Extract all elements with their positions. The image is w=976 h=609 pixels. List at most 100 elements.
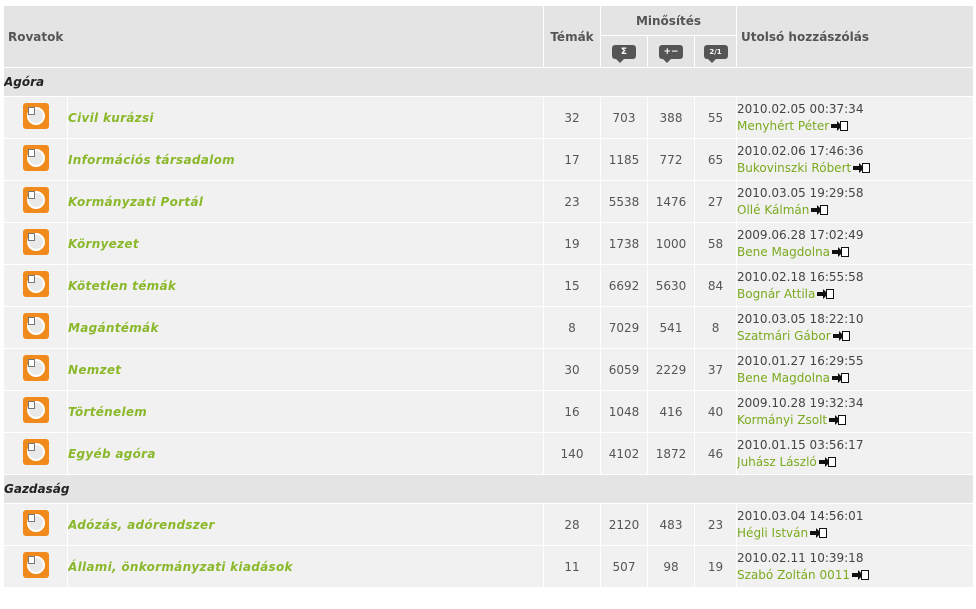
category-link[interactable]: Egyéb agóra [69, 447, 156, 461]
category-link[interactable]: Állami, önkormányzati kiadások [69, 560, 293, 574]
category-link[interactable]: Adózás, adórendszer [69, 518, 215, 532]
document-icon [27, 400, 35, 409]
last-post-user[interactable]: Bognár Attila [738, 287, 816, 301]
last-post-date: 2010.03.05 18:22:10 [737, 311, 864, 326]
last-post-user[interactable]: Szatmári Gábor [738, 329, 831, 343]
last-post-user[interactable]: Ollé Kálmán [738, 203, 810, 217]
go-to-post-icon[interactable] [811, 204, 829, 215]
page-icon [820, 204, 829, 215]
go-to-post-icon[interactable] [831, 120, 849, 131]
last-post-date: 2009.06.28 17:02:49 [737, 227, 864, 242]
arrow-right-icon [810, 527, 822, 538]
document-icon [27, 358, 35, 367]
forum-category-icon[interactable] [22, 354, 49, 381]
section-title: Agóra [2, 67, 975, 97]
header-plus-minus[interactable]: +− [647, 35, 695, 68]
rating-ratio: 8 [693, 306, 738, 349]
last-post-user[interactable]: Kormányi Zsolt [738, 413, 828, 427]
rating-sum: 5538 [600, 180, 648, 223]
last-post-user[interactable]: Bene Magdolna [738, 371, 831, 385]
last-post-user[interactable]: Bene Magdolna [738, 245, 831, 259]
category-link[interactable]: Kormányzati Portál [69, 195, 204, 209]
last-post-user[interactable]: Bukovinszki Róbert [738, 161, 852, 175]
rating-plus-minus: 541 [647, 306, 695, 349]
rating-sum: 1738 [600, 222, 648, 265]
arrow-right-icon [852, 569, 863, 580]
forum-category-icon[interactable] [22, 144, 49, 171]
go-to-post-icon[interactable] [810, 527, 828, 538]
last-post-date: 2010.02.06 17:46:36 [737, 143, 864, 158]
last-post-user[interactable]: Menyhért Péter [738, 119, 830, 133]
topic-count: 16 [543, 390, 601, 433]
forum-category-icon[interactable] [22, 228, 49, 255]
arrow-right-icon [832, 372, 844, 383]
last-post-date: 2010.02.11 10:39:18 [737, 550, 864, 565]
last-post-cell: 2010.02.06 17:46:36 Bukovinszki Róbert [736, 138, 975, 181]
forum-category-icon[interactable] [22, 551, 49, 578]
category-link[interactable]: Környezet [69, 237, 139, 251]
topic-count: 28 [543, 503, 601, 546]
go-to-post-icon[interactable] [832, 372, 850, 383]
category-icon-cell [3, 222, 68, 265]
category-link[interactable]: Információs társadalom [69, 153, 235, 167]
rating-ratio: 37 [693, 348, 738, 391]
arrow-right-icon [817, 288, 829, 299]
rating-plus-minus: 416 [647, 390, 695, 433]
forum-category-icon[interactable] [22, 186, 49, 213]
header-sum[interactable]: Σ [600, 35, 648, 68]
last-post-date: 2010.01.27 16:29:55 [737, 353, 864, 368]
go-to-post-icon[interactable] [852, 569, 869, 580]
go-to-post-icon[interactable] [853, 162, 871, 173]
category-link[interactable]: Nemzet [69, 363, 122, 377]
rating-ratio: 58 [693, 222, 738, 265]
rating-plus-minus: 1476 [647, 180, 695, 223]
go-to-post-icon[interactable] [832, 330, 850, 341]
category-link[interactable]: Kötetlen témák [69, 279, 177, 293]
header-utolso: Utolsó hozzászólás [736, 5, 975, 68]
category-icon-cell [3, 390, 68, 433]
arrow-right-icon [818, 456, 830, 467]
page-icon [819, 527, 828, 538]
category-link[interactable]: Történelem [69, 405, 148, 419]
category-icon-cell [3, 96, 68, 139]
go-to-post-icon[interactable] [829, 414, 847, 425]
ratio-icon: 2/1 [703, 44, 728, 63]
forum-category-icon[interactable] [22, 102, 49, 129]
topic-count: 8 [543, 306, 601, 349]
go-to-post-icon[interactable] [817, 288, 835, 299]
section-title: Gazdaság [2, 474, 975, 504]
page-icon [827, 456, 836, 467]
rating-plus-minus: 98 [647, 545, 695, 588]
page-icon [841, 330, 850, 341]
section-row: Agóra [2, 67, 975, 97]
category-icon-cell [3, 348, 68, 391]
last-post-user[interactable]: Juhász László [738, 455, 817, 469]
table-row: Állami, önkormányzati kiadások 11 507 98 19 2… [3, 545, 975, 588]
category-link[interactable]: Civil kurázsi [69, 111, 154, 125]
category-link[interactable]: Magántémák [69, 321, 159, 335]
category-icon-cell [3, 545, 68, 588]
last-post-user[interactable]: Szabó Zoltán 0011 [738, 568, 850, 582]
go-to-post-icon[interactable] [818, 456, 836, 467]
table-row: Egyéb agóra 140 4102 1872 46 2010.01.15 03:56… [3, 432, 975, 475]
last-post-cell: 2010.03.04 14:56:01 Hégli István [736, 503, 975, 546]
last-post-user[interactable]: Hégli István [738, 526, 809, 540]
forum-category-icon[interactable] [22, 312, 49, 339]
forum-category-icon[interactable] [22, 509, 49, 536]
forum-category-icon[interactable] [22, 396, 49, 423]
category-name-cell: Kötetlen témák [67, 264, 544, 307]
header-ratio[interactable]: 2/1 [693, 35, 738, 68]
last-post-cell: 2010.03.05 18:22:10 Szatmári Gábor [736, 306, 975, 349]
forum-category-icon[interactable] [22, 438, 49, 465]
sum-icon: Σ [612, 44, 636, 63]
go-to-post-icon[interactable] [832, 246, 850, 257]
page-icon [841, 246, 850, 257]
rating-plus-minus: 772 [647, 138, 695, 181]
rating-sum: 4102 [600, 432, 648, 475]
forum-category-icon[interactable] [22, 270, 49, 297]
arrow-right-icon [832, 246, 844, 257]
category-icon-cell [3, 180, 68, 223]
plus-minus-icon: +− [659, 44, 683, 63]
page-icon [840, 120, 849, 131]
last-post-date: 2010.03.05 19:29:58 [737, 185, 864, 200]
